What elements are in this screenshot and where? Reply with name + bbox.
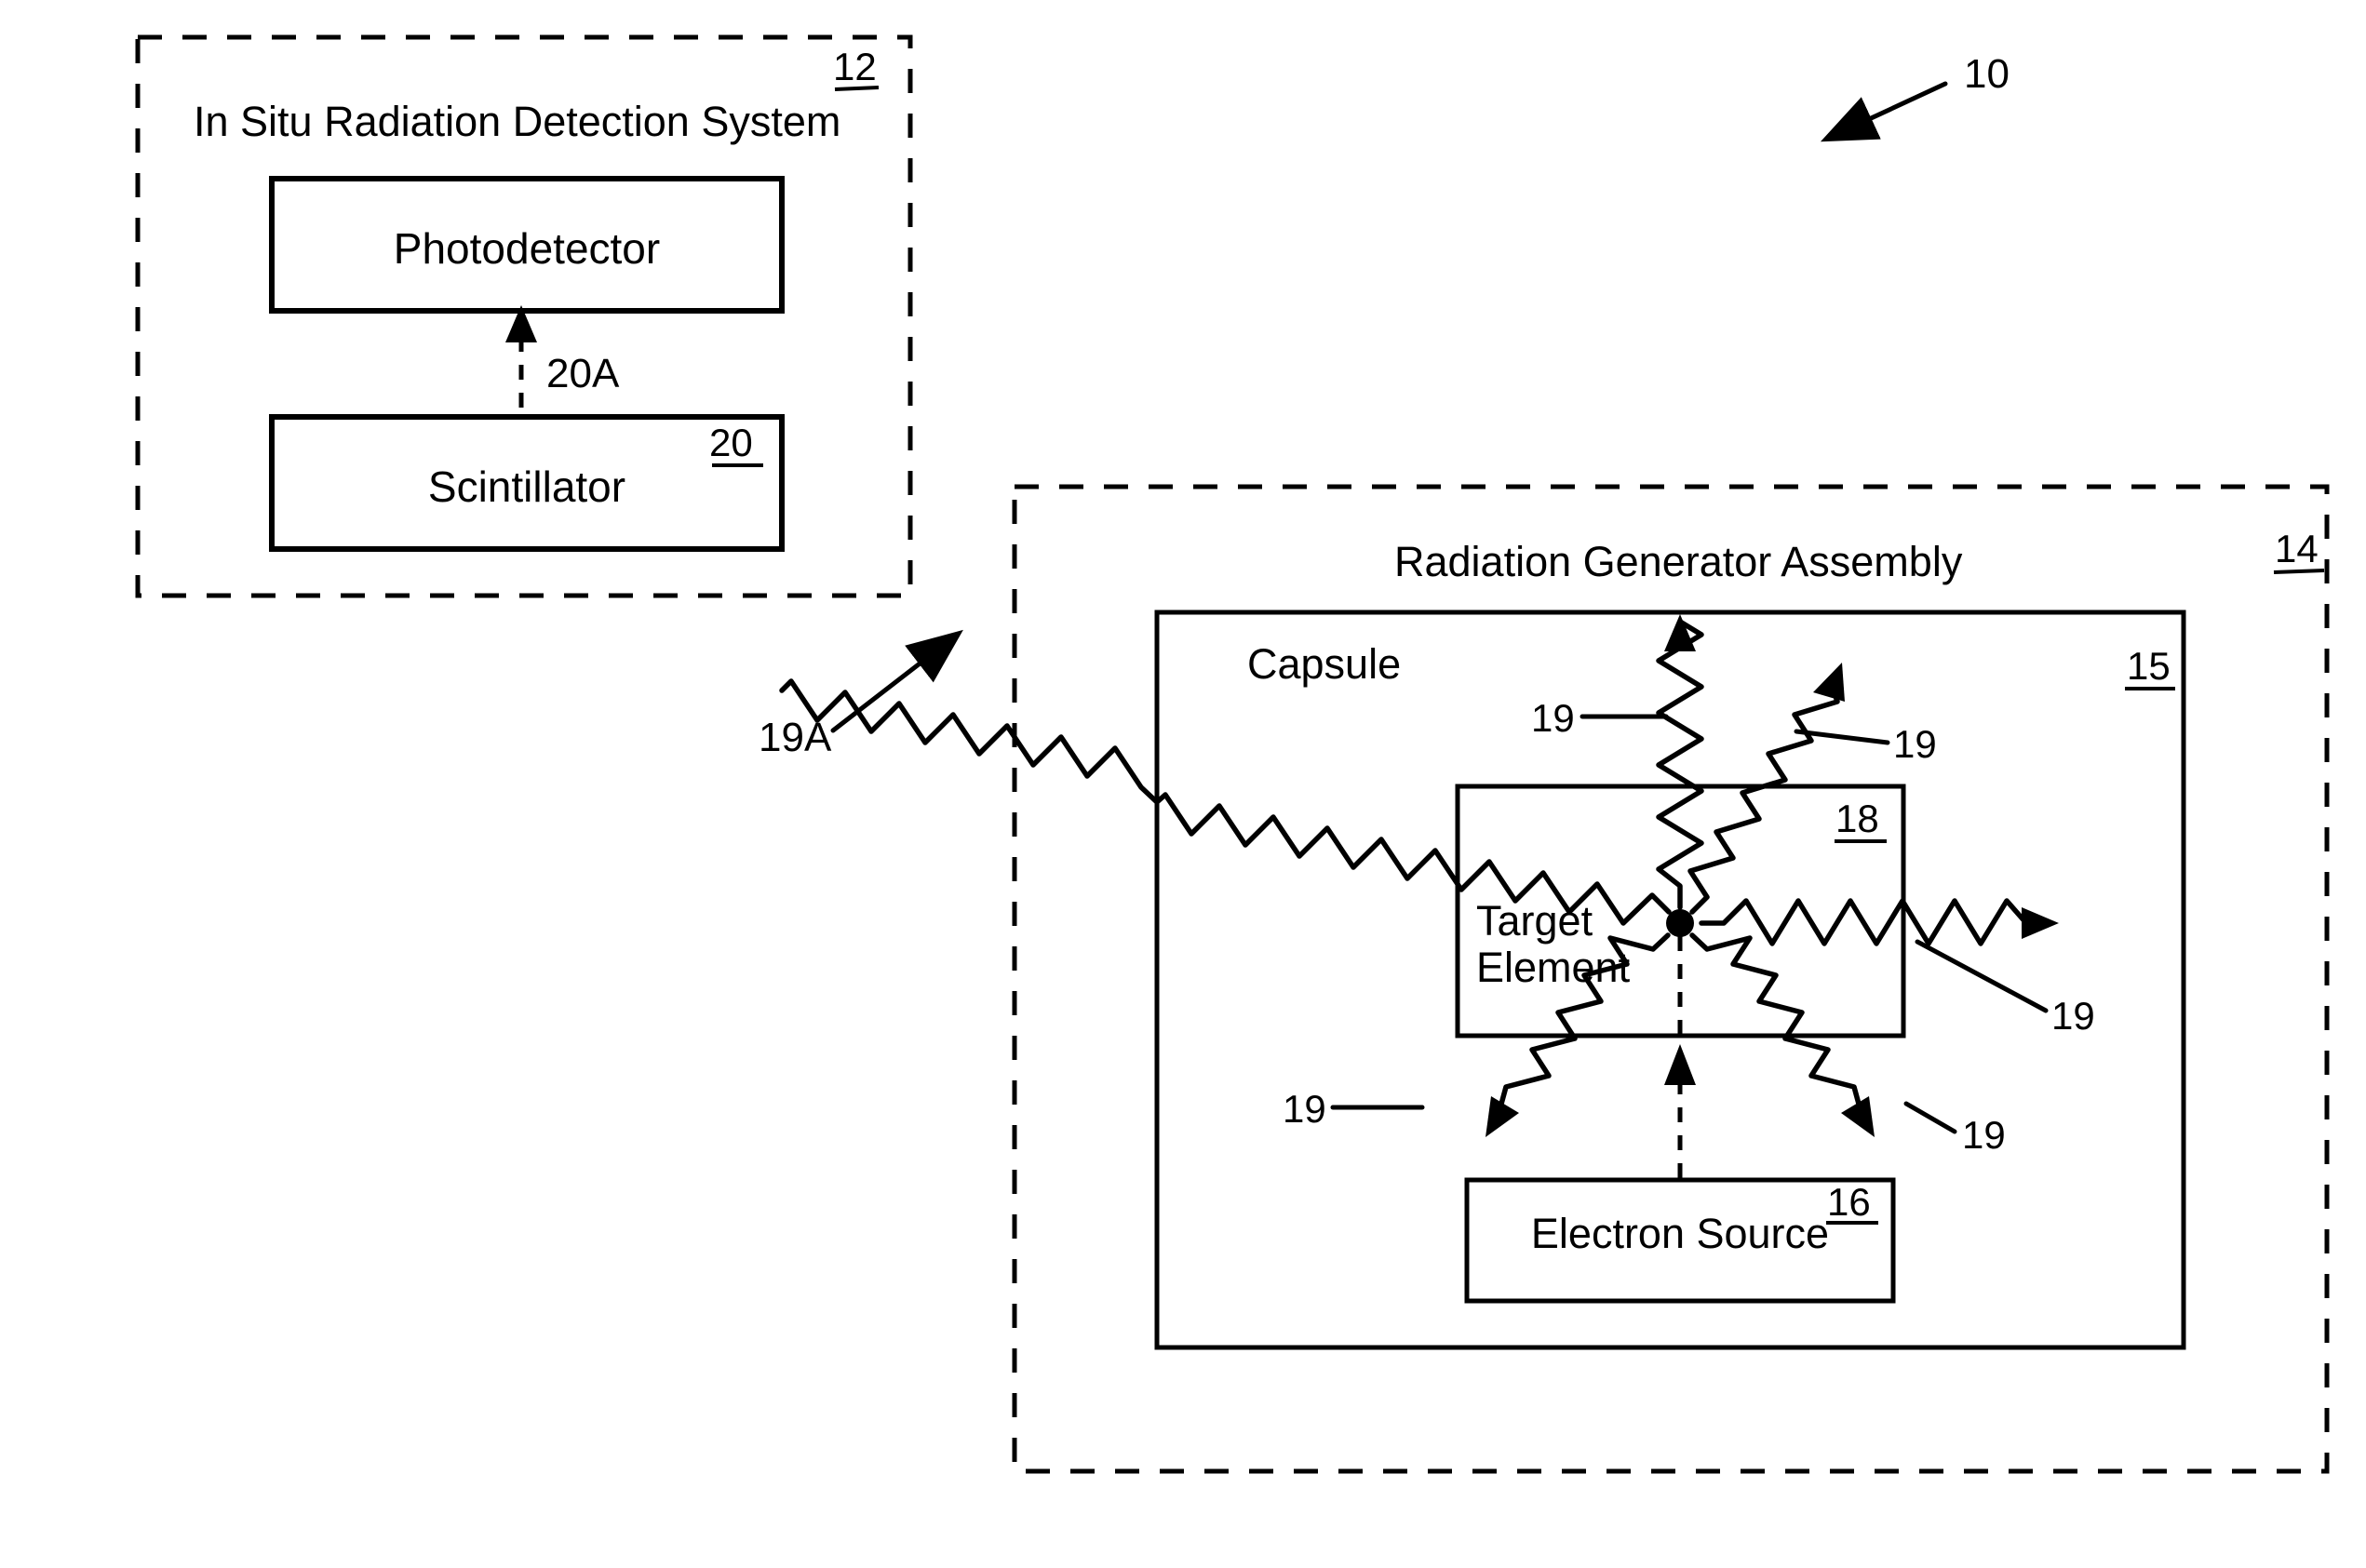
- radiation-wave-up-arrowhead: [1664, 614, 1696, 651]
- radiation-wave-up-right-arrowhead: [1813, 663, 1845, 702]
- capsule-ref: 15: [2127, 644, 2171, 688]
- generator-assembly-ref: 14: [2275, 527, 2319, 570]
- generator-assembly-title: Radiation Generator Assembly: [1394, 538, 1963, 585]
- detection-system-title: In Situ Radiation Detection System: [194, 98, 841, 145]
- radiation-ref-top-left: 19: [1531, 696, 1575, 740]
- target-element-label: Target Element: [1476, 898, 1630, 991]
- target-element-ref: 18: [1835, 797, 1879, 840]
- scintillator-ref: 20: [709, 421, 753, 464]
- generator-assembly-container: [1012, 484, 2330, 1474]
- radiation-ref-top-right: 19: [1893, 722, 1937, 766]
- figure-reference-10-label: 10: [1964, 51, 2010, 97]
- radiation-ref-bottom-right-lead: [1903, 1101, 1957, 1134]
- electron-source-ref: 16: [1827, 1180, 1871, 1224]
- radiation-ref-right: 19: [2051, 994, 2095, 1038]
- scintillator-label: Scintillator: [427, 462, 626, 511]
- figure-reference-10: [1820, 81, 1948, 142]
- signal-path-20a: [505, 305, 537, 408]
- electron-beam: [1664, 935, 1696, 1178]
- radiation-ref-bottom-right: 19: [1962, 1113, 2006, 1157]
- radiation-ref-bottom-left: 19: [1283, 1087, 1326, 1131]
- radiation-path-19a-lead: [830, 629, 963, 733]
- electron-beam-arrowhead: [1664, 1044, 1696, 1085]
- patent-figure: 10 In Situ Radiation Detection System 12…: [0, 0, 2366, 1568]
- detection-system-ref: 12: [833, 45, 877, 88]
- radiation-path-19a-label: 19A: [759, 715, 832, 760]
- figure-reference-10-arrow: [1820, 81, 1948, 142]
- radiation-wave-right-arrowhead: [2022, 907, 2059, 939]
- generator-assembly-boundary: [1012, 484, 2330, 1474]
- capsule-label: Capsule: [1247, 640, 1402, 688]
- photodetector-label: Photodetector: [393, 224, 661, 273]
- radiation-wave-right: [1699, 898, 2059, 946]
- radiation-path-19a-arrow: [830, 629, 963, 733]
- target-element-label-line1: Target: [1476, 897, 1593, 945]
- signal-path-20a-label: 20A: [546, 351, 620, 396]
- radiation-ref-right-lead: [1915, 939, 2049, 1013]
- target-element-label-line2: Element: [1476, 944, 1631, 991]
- radiation-wave-up: [1656, 614, 1704, 910]
